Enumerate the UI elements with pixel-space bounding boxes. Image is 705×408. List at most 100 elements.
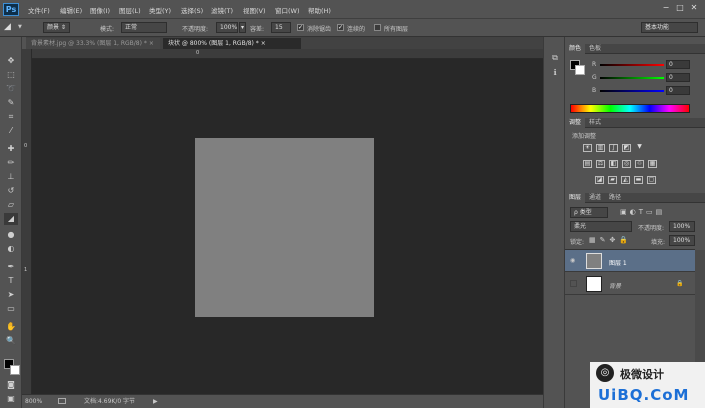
tab-swatches[interactable]: 色板 (585, 44, 605, 54)
pen-tool-icon[interactable]: ✒ (4, 261, 18, 273)
eraser-tool-icon[interactable]: ▱ (4, 199, 18, 211)
tab-paths[interactable]: 路径 (605, 193, 625, 203)
layer-opacity-input[interactable]: 100% (669, 221, 695, 232)
contiguous-checkbox[interactable]: ✓ (337, 24, 344, 31)
type-tool-icon[interactable]: T (4, 275, 18, 287)
tab-background-material[interactable]: 背景素材.jpg @ 33.3% (图层 1, RGB/8) * × (26, 38, 160, 49)
tool-preset-dropdown-icon[interactable]: ▼ (18, 24, 22, 30)
close-tab-icon[interactable]: × (261, 40, 266, 47)
b-slider[interactable] (600, 90, 664, 92)
fill-input[interactable]: 100% (669, 235, 695, 246)
hand-tool-icon[interactable]: ✋ (4, 321, 18, 333)
tab-layers[interactable]: 图层 (565, 193, 586, 203)
gradient-map-icon[interactable]: ▬ (634, 176, 643, 184)
r-value-input[interactable]: 0 (666, 60, 690, 69)
paint-bucket-tool-icon[interactable]: ◢ (4, 22, 11, 32)
color-spectrum-ramp[interactable] (570, 104, 690, 113)
history-brush-tool-icon[interactable]: ↺ (4, 185, 18, 197)
menu-window[interactable]: 窗口(W) (275, 5, 300, 15)
menu-select[interactable]: 选择(S) (181, 5, 203, 15)
move-tool-icon[interactable]: ✥ (4, 55, 18, 67)
posterize-icon[interactable]: ▰ (608, 176, 617, 184)
healing-brush-tool-icon[interactable]: ✚ (4, 143, 18, 155)
blend-mode-select[interactable]: 柔光 (570, 221, 632, 232)
clone-stamp-tool-icon[interactable]: ⊥ (4, 171, 18, 183)
color-balance-icon[interactable]: ⚖ (596, 160, 605, 168)
menu-file[interactable]: 文件(F) (28, 5, 50, 15)
crop-tool-icon[interactable]: ⌗ (4, 111, 18, 123)
tab-block-document[interactable]: 块状 @ 800% (图层 1, RGB/8) * × (163, 38, 301, 49)
photo-filter-icon[interactable]: ◎ (622, 160, 631, 168)
layer-row-layer1[interactable]: ◉ 图层 1 (565, 250, 695, 272)
properties-panel-icon[interactable]: ℹ (548, 68, 562, 80)
menu-layer[interactable]: 图层(L) (119, 5, 141, 15)
export-icon[interactable] (58, 398, 66, 404)
zoom-tool-icon[interactable]: 🔍 (4, 335, 18, 347)
minimize-button[interactable]: − (659, 3, 673, 12)
menu-view[interactable]: 视图(V) (243, 5, 266, 15)
marquee-tool-icon[interactable]: ⬚ (4, 69, 18, 81)
quick-select-tool-icon[interactable]: ✎ (4, 97, 18, 109)
close-tab-icon[interactable]: × (149, 40, 154, 47)
tolerance-input[interactable]: 15 (271, 22, 291, 33)
brush-tool-icon[interactable]: ✏ (4, 157, 18, 169)
tab-styles[interactable]: 样式 (585, 118, 605, 128)
menu-help[interactable]: 帮助(H) (308, 5, 331, 15)
lasso-tool-icon[interactable]: ➰ (4, 83, 18, 95)
menu-type[interactable]: 类型(Y) (149, 5, 171, 15)
tab-channels[interactable]: 通道 (585, 193, 605, 203)
menu-edit[interactable]: 编辑(E) (60, 5, 82, 15)
rectangle-tool-icon[interactable]: ▭ (4, 303, 18, 315)
screen-mode-icon[interactable]: ▣ (4, 393, 18, 405)
brightness-icon[interactable]: ☀ (583, 144, 592, 152)
close-button[interactable]: ✕ (687, 3, 701, 12)
mode-select[interactable]: 正常 (121, 22, 167, 33)
opacity-dropdown-icon[interactable]: ▾ (239, 22, 246, 33)
document-canvas[interactable] (195, 138, 374, 317)
fill-source-select[interactable]: 颜景 ⇕ (43, 22, 70, 33)
layer-filter-select[interactable]: ρ 类型 (570, 207, 608, 218)
curves-icon[interactable]: ∫ (609, 144, 618, 152)
exposure-icon[interactable]: ◩ (622, 144, 631, 152)
path-select-tool-icon[interactable]: ➤ (4, 289, 18, 301)
b-value-input[interactable]: 0 (666, 86, 690, 95)
menu-filter[interactable]: 滤镜(T) (211, 5, 233, 15)
channel-mixer-icon[interactable]: ♲ (635, 160, 644, 168)
status-menu-arrow[interactable]: ▶ (153, 395, 158, 408)
tab-adjustments[interactable]: 调整 (565, 118, 586, 128)
opacity-input[interactable]: 100% (216, 22, 238, 33)
zoom-level[interactable]: 800% (25, 395, 42, 408)
menu-image[interactable]: 图像(I) (90, 5, 110, 15)
g-slider[interactable] (600, 77, 664, 79)
r-slider[interactable] (600, 64, 664, 66)
eyedropper-tool-icon[interactable]: ⁄ (4, 125, 18, 137)
anti-alias-checkbox[interactable]: ✓ (297, 24, 304, 31)
workspace-select[interactable]: 基本功能 (641, 22, 698, 33)
g-value-input[interactable]: 0 (666, 73, 690, 82)
selective-color-icon[interactable]: ▢ (647, 176, 656, 184)
dodge-tool-icon[interactable]: ◐ (4, 243, 18, 255)
threshold-icon[interactable]: ◭ (621, 176, 630, 184)
black-white-icon[interactable]: ◧ (609, 160, 618, 168)
quick-mask-icon[interactable]: ◙ (4, 379, 18, 391)
lock-icons[interactable]: ▦✎✥🔒 (589, 236, 632, 244)
restore-button[interactable]: □ (673, 3, 687, 12)
all-layers-checkbox[interactable] (374, 24, 381, 31)
levels-icon[interactable]: ▥ (596, 144, 605, 152)
tab-color[interactable]: 颜色 (565, 44, 586, 54)
visibility-eye-icon[interactable]: ◉ (570, 257, 575, 264)
layer-name[interactable]: 背景 (609, 281, 621, 290)
hue-saturation-icon[interactable]: ▤ (583, 160, 592, 168)
panel-background-swatch[interactable] (575, 65, 585, 75)
layer-name[interactable]: 图层 1 (609, 258, 627, 267)
history-panel-icon[interactable]: ⧉ (548, 53, 562, 65)
blur-tool-icon[interactable]: ● (4, 229, 18, 241)
paint-bucket-tool-icon[interactable]: ◢ (4, 213, 18, 225)
visibility-toggle[interactable] (570, 280, 577, 287)
background-color-swatch[interactable] (10, 365, 20, 375)
layer-filter-icons[interactable]: ▣◐T▭▤ (620, 208, 690, 217)
vibrance-icon[interactable]: ▼ (635, 144, 644, 152)
invert-icon[interactable]: ◪ (595, 176, 604, 184)
color-lookup-icon[interactable]: ▦ (648, 160, 657, 168)
layer-row-background[interactable]: 背景 🔒 (565, 273, 695, 295)
